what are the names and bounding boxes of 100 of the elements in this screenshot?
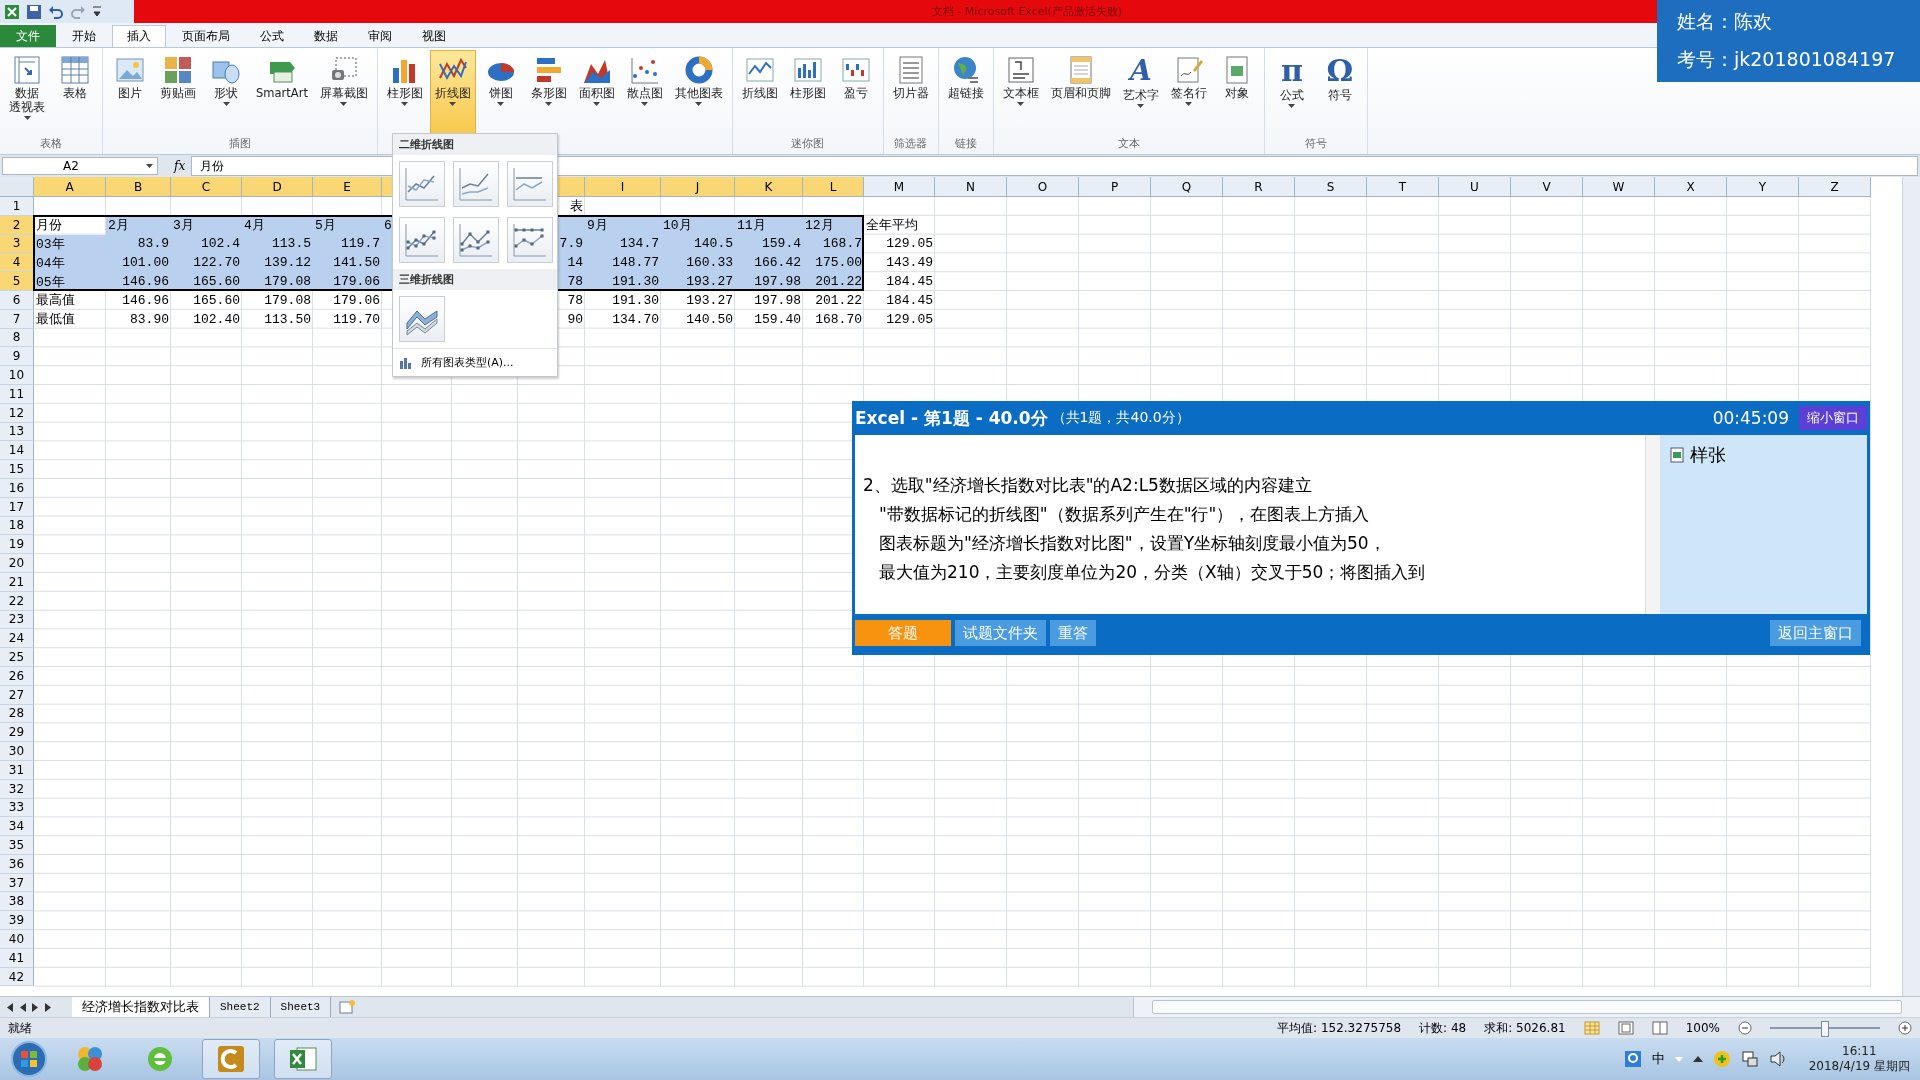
ribbon-button[interactable]: 签名行 xyxy=(1165,50,1212,136)
ribbon-button[interactable]: SmartArt xyxy=(251,50,313,136)
column-header[interactable]: T xyxy=(1367,177,1439,197)
save-icon[interactable] xyxy=(26,3,42,20)
formula-field[interactable]: 月份 xyxy=(191,156,1918,176)
zoom-slider[interactable] xyxy=(1821,1021,1829,1037)
column-header[interactable]: U xyxy=(1439,177,1511,197)
ribbon-button[interactable]: 折线图 xyxy=(429,50,476,136)
function-icon[interactable]: fx xyxy=(174,159,186,173)
chart-type-option[interactable] xyxy=(453,161,499,207)
row-header[interactable]: 9 xyxy=(0,347,34,367)
ribbon-button[interactable]: 柱形图 xyxy=(784,50,831,136)
ribbon-tab[interactable]: 页面布局 xyxy=(168,25,244,47)
ribbon-tab[interactable]: 开始 xyxy=(58,25,110,47)
column-header[interactable]: J xyxy=(661,177,735,197)
column-header[interactable]: S xyxy=(1295,177,1367,197)
menu-item[interactable]: 所有图表类型(A)... xyxy=(393,348,557,376)
row-header[interactable]: 39 xyxy=(0,911,34,931)
ribbon-tab[interactable]: 视图 xyxy=(408,25,460,47)
speaker-icon[interactable] xyxy=(1768,1050,1787,1068)
search-icon[interactable] xyxy=(1623,1050,1642,1068)
ribbon-button[interactable]: 图片 xyxy=(107,50,153,136)
sheet-tab[interactable]: Sheet3 xyxy=(270,997,332,1017)
ribbon-button[interactable]: 其他图表 xyxy=(669,50,728,136)
ribbon-button[interactable]: 形状 xyxy=(203,50,249,136)
column-header[interactable]: A xyxy=(34,177,106,197)
column-header[interactable]: Z xyxy=(1799,177,1871,197)
zoom-in-icon[interactable] xyxy=(1898,1021,1912,1035)
row-header[interactable]: 1 xyxy=(0,197,34,216)
name-box[interactable]: A2 xyxy=(2,157,158,175)
square-app-icon[interactable] xyxy=(215,1043,247,1075)
ribbon-button[interactable]: 表格 xyxy=(52,50,98,136)
chart-type-option[interactable] xyxy=(399,296,445,342)
vertical-scrollbar[interactable] xyxy=(1645,435,1660,614)
column-header[interactable]: M xyxy=(864,177,935,197)
ribbon-button[interactable]: 对象 xyxy=(1213,50,1260,136)
chart-type-option[interactable] xyxy=(507,217,553,263)
row-header[interactable]: 35 xyxy=(0,836,34,855)
input-method[interactable]: 中 xyxy=(1651,1050,1665,1068)
ribbon-button[interactable]: 饼图 xyxy=(477,50,524,136)
column-header[interactable]: E xyxy=(313,177,382,197)
ribbon-tab[interactable]: 插入 xyxy=(112,25,166,47)
sample-link[interactable]: 样张 xyxy=(1690,443,1726,467)
ribbon-button[interactable]: Ω 符号 xyxy=(1316,50,1363,136)
sheet-tab[interactable]: 经济增长指数对比表 xyxy=(72,997,210,1017)
start-button-icon[interactable] xyxy=(10,1040,48,1078)
shrink-window-button[interactable]: 缩小窗口 xyxy=(1799,406,1867,430)
row-header[interactable]: 30 xyxy=(0,742,34,761)
sheet-tab[interactable]: Sheet2 xyxy=(210,997,271,1017)
ribbon-button[interactable]: 数据 透视表 xyxy=(4,50,50,136)
customize-caret-icon[interactable] xyxy=(92,4,102,19)
row-header[interactable]: 19 xyxy=(0,535,34,555)
column-header[interactable]: Y xyxy=(1727,177,1799,197)
chart-type-option[interactable] xyxy=(399,217,445,263)
chart-type-option[interactable] xyxy=(453,217,499,263)
ribbon-button[interactable]: 屏幕截图 xyxy=(314,50,373,136)
redo-icon[interactable] xyxy=(70,3,86,20)
row-header[interactable]: 15 xyxy=(0,460,34,479)
column-header[interactable]: N xyxy=(935,177,1007,197)
page-break-icon[interactable] xyxy=(1651,1021,1668,1035)
column-header[interactable]: R xyxy=(1223,177,1295,197)
row-header[interactable]: 10 xyxy=(0,366,34,385)
ribbon-button[interactable]: 剪贴画 xyxy=(155,50,201,136)
ribbon-button[interactable]: 面积图 xyxy=(573,50,620,136)
column-header[interactable]: P xyxy=(1079,177,1151,197)
row-header[interactable]: 29 xyxy=(0,723,34,743)
column-header[interactable]: X xyxy=(1655,177,1727,197)
vertical-scrollbar[interactable] xyxy=(1902,177,1920,996)
row-header[interactable]: 4 xyxy=(0,253,34,273)
ribbon-button[interactable]: 文本框 xyxy=(997,50,1044,136)
ribbon-button[interactable]: 柱形图 xyxy=(381,50,428,136)
ribbon-button[interactable]: 散点图 xyxy=(621,50,668,136)
row-header[interactable]: 5 xyxy=(0,272,34,291)
row-header[interactable]: 34 xyxy=(0,817,34,837)
excel-icon[interactable] xyxy=(4,3,20,20)
column-header[interactable]: O xyxy=(1007,177,1079,197)
column-header[interactable]: K xyxy=(735,177,803,197)
row-header[interactable]: 24 xyxy=(0,629,34,649)
ribbon-tab[interactable]: 文件 xyxy=(0,25,56,47)
column-header[interactable]: B xyxy=(106,177,171,197)
column-header[interactable]: V xyxy=(1511,177,1583,197)
zoom-out-icon[interactable] xyxy=(1738,1021,1752,1035)
ribbon-button[interactable]: A 艺术字 xyxy=(1117,50,1164,136)
new-sheet-icon[interactable] xyxy=(337,998,358,1016)
row-header[interactable]: 25 xyxy=(0,648,34,667)
plus-circle-icon[interactable] xyxy=(1712,1050,1731,1068)
column-header[interactable]: Q xyxy=(1151,177,1223,197)
column-header[interactable]: W xyxy=(1583,177,1655,197)
ribbon-tab[interactable]: 公式 xyxy=(246,25,298,47)
network-icon[interactable] xyxy=(1740,1050,1759,1068)
ribbon-button[interactable]: 盈亏 xyxy=(832,50,879,136)
ribbon-tab[interactable]: 审阅 xyxy=(354,25,406,47)
row-header[interactable]: 40 xyxy=(0,930,34,949)
ribbon-button[interactable]: 条形图 xyxy=(525,50,572,136)
ribbon-button[interactable]: 页眉和页脚 xyxy=(1045,50,1116,136)
ribbon-button[interactable]: 超链接 xyxy=(942,50,989,136)
chart-type-option[interactable] xyxy=(507,161,553,207)
column-header[interactable]: L xyxy=(803,177,864,197)
ribbon-button[interactable]: π 公式 xyxy=(1268,50,1315,136)
column-header[interactable]: C xyxy=(171,177,242,197)
